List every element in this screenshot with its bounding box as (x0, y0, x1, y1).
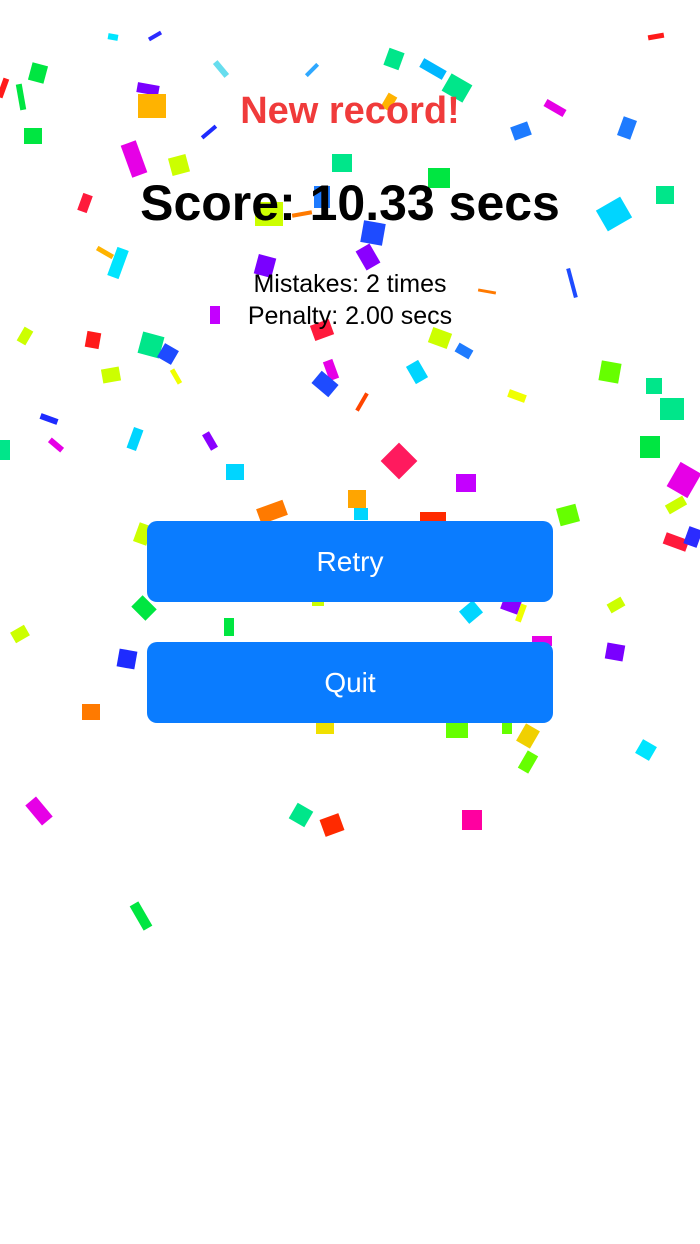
confetti-piece (39, 413, 59, 425)
confetti-piece (226, 464, 244, 480)
confetti-piece (137, 331, 165, 359)
confetti-piece (157, 343, 179, 365)
confetti-piece (27, 62, 49, 84)
confetti-piece (212, 60, 230, 78)
confetti-piece (332, 154, 352, 172)
confetti-piece (224, 618, 234, 636)
confetti-piece (355, 243, 381, 271)
confetti-piece (116, 648, 138, 670)
confetti-piece (167, 153, 191, 177)
score-text: Score: 10.33 secs (140, 175, 560, 231)
confetti-piece (319, 813, 345, 837)
confetti-piece (556, 503, 580, 527)
confetti-piece (288, 802, 314, 828)
confetti-piece (322, 358, 340, 382)
confetti-piece (100, 366, 122, 384)
confetti-piece (202, 431, 218, 451)
confetti-piece (458, 600, 484, 624)
retry-button[interactable]: Retry (147, 521, 553, 602)
confetti-piece (311, 370, 339, 398)
confetti-piece (120, 140, 148, 178)
confetti-piece (304, 62, 320, 78)
confetti-piece (169, 368, 183, 385)
confetti-piece (606, 596, 626, 614)
confetti-piece (454, 342, 474, 360)
confetti-piece (126, 426, 144, 452)
confetti-piece (604, 642, 626, 662)
confetti-piece (456, 474, 476, 492)
confetti-piece (419, 58, 447, 80)
confetti-piece (84, 330, 102, 350)
confetti-piece (507, 389, 527, 403)
confetti-piece (660, 398, 684, 420)
confetti-piece (517, 750, 539, 774)
confetti-piece (683, 526, 700, 548)
confetti-piece (635, 739, 657, 761)
confetti-piece (147, 30, 163, 42)
confetti-piece (515, 603, 527, 623)
confetti-piece (129, 901, 153, 931)
confetti-piece (640, 436, 660, 458)
confetti-piece (95, 245, 115, 260)
confetti-piece (0, 440, 10, 460)
confetti-piece (82, 704, 100, 720)
confetti-piece (355, 392, 369, 412)
confetti-piece (516, 723, 540, 749)
confetti-piece (47, 437, 65, 453)
confetti-piece (25, 796, 53, 826)
confetti-piece (666, 461, 700, 499)
quit-button[interactable]: Quit (147, 642, 553, 723)
confetti-piece (664, 495, 688, 515)
confetti-piece (348, 490, 366, 508)
confetti-piece (107, 33, 119, 41)
confetti-piece (354, 508, 368, 520)
confetti-piece (10, 624, 30, 644)
confetti-piece (462, 810, 482, 830)
new-record-label: New record! (240, 90, 460, 132)
confetti-piece (598, 360, 622, 384)
confetti-piece (383, 47, 405, 71)
confetti-piece (647, 32, 665, 41)
confetti-piece (380, 442, 418, 480)
confetti-piece (646, 378, 662, 394)
mistakes-text: Mistakes: 2 times (253, 270, 447, 298)
confetti-piece (662, 532, 690, 552)
penalty-text: Penalty: 2.00 secs (247, 302, 453, 330)
confetti-piece (405, 359, 429, 385)
